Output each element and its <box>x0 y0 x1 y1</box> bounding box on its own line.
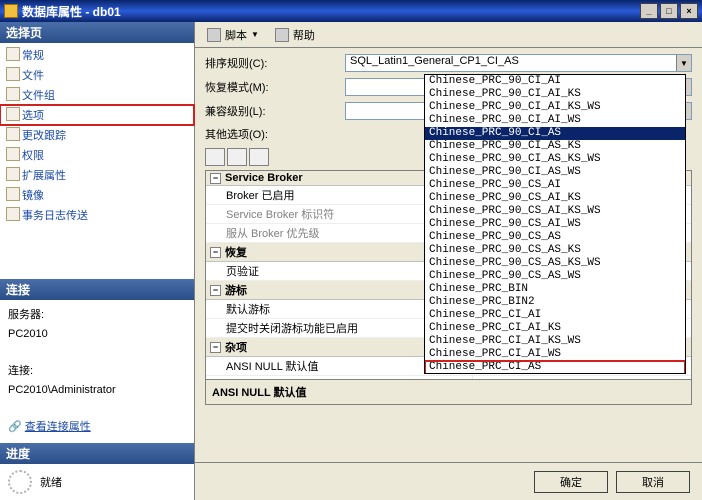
view-conn-link[interactable]: 查看连接属性 <box>25 421 91 433</box>
nav-changetracking[interactable]: 更改跟踪 <box>0 125 194 145</box>
collation-label: 排序规则(C): <box>205 55 345 71</box>
server-label: 服务器: <box>8 306 186 325</box>
dropdown-option[interactable]: Chinese_PRC_90_CI_AI_KS <box>425 88 685 101</box>
minimize-button[interactable]: _ <box>640 3 658 19</box>
nav-extprop[interactable]: 扩展属性 <box>0 165 194 185</box>
dropdown-option[interactable]: Chinese_PRC_90_CI_AS_KS <box>425 140 685 153</box>
dropdown-option[interactable]: Chinese_PRC_90_CS_AS_WS <box>425 270 685 283</box>
content-pane: 脚本 ▼ 帮助 排序规则(C): SQL_Latin1_General_CP1_… <box>195 22 702 500</box>
connect-header: 连接 <box>0 279 194 300</box>
dropdown-option[interactable]: Chinese_PRC_90_CI_AS_WS <box>425 166 685 179</box>
conn-value: PC2010\Administrator <box>8 381 186 400</box>
status-text: 就绪 <box>40 474 62 490</box>
window-title: 数据库属性 - db01 <box>22 3 638 20</box>
sidebar: 选择页 常规 文件 文件组 选项 更改跟踪 权限 扩展属性 镜像 事务日志传送 … <box>0 22 195 500</box>
nav-general[interactable]: 常规 <box>0 45 194 65</box>
app-icon <box>4 4 18 18</box>
dropdown-option[interactable]: Chinese_PRC_90_CI_AI <box>425 75 685 88</box>
script-button[interactable]: 脚本 ▼ <box>201 25 265 45</box>
dropdown-option[interactable]: Chinese_PRC_CI_AI_WS <box>425 348 685 361</box>
select-page-header: 选择页 <box>0 22 194 43</box>
dropdown-option[interactable]: Chinese_PRC_90_CI_AS_KS_WS <box>425 153 685 166</box>
dropdown-option[interactable]: Chinese_PRC_90_CI_AI_KS_WS <box>425 101 685 114</box>
compat-label: 兼容级别(L): <box>205 103 345 119</box>
help-icon <box>275 28 289 42</box>
help-button[interactable]: 帮助 <box>269 25 321 45</box>
dropdown-option[interactable]: Chinese_PRC_90_CS_AS_KS <box>425 244 685 257</box>
alpha-button[interactable] <box>227 148 247 166</box>
dropdown-option[interactable]: Chinese_PRC_90_CS_AS <box>425 231 685 244</box>
dropdown-option[interactable]: Chinese_PRC_CI_AS <box>425 361 685 374</box>
dropdown-option[interactable]: Chinese_PRC_90_CS_AS_KS_WS <box>425 257 685 270</box>
collapse-icon[interactable]: − <box>210 247 221 258</box>
progress-header: 进度 <box>0 443 194 464</box>
nav-filegroups[interactable]: 文件组 <box>0 85 194 105</box>
collation-select[interactable]: SQL_Latin1_General_CP1_CI_AS ▼ <box>345 54 692 72</box>
nav-logshipping[interactable]: 事务日志传送 <box>0 205 194 225</box>
toolbar: 脚本 ▼ 帮助 <box>195 22 702 48</box>
progress-box: 就绪 <box>0 464 194 500</box>
ok-button[interactable]: 确定 <box>534 471 608 493</box>
connect-info: 服务器: PC2010 连接: PC2010\Administrator 🔗 查… <box>0 300 194 443</box>
nav-permissions[interactable]: 权限 <box>0 145 194 165</box>
server-value: PC2010 <box>8 325 186 344</box>
cancel-button[interactable]: 取消 <box>616 471 690 493</box>
chevron-down-icon: ▼ <box>676 55 691 71</box>
dropdown-option[interactable]: Chinese_PRC_90_CI_AI_WS <box>425 114 685 127</box>
titlebar: 数据库属性 - db01 _ □ × <box>0 0 702 22</box>
dialog-footer: 确定 取消 <box>195 462 702 500</box>
recovery-label: 恢复模式(M): <box>205 79 345 95</box>
nav-mirroring[interactable]: 镜像 <box>0 185 194 205</box>
collapse-icon[interactable]: − <box>210 173 221 184</box>
nav-files[interactable]: 文件 <box>0 65 194 85</box>
progress-icon <box>8 470 32 494</box>
dropdown-option[interactable]: Chinese_PRC_90_CS_AI_KS_WS <box>425 205 685 218</box>
dropdown-option[interactable]: Chinese_PRC_BIN <box>425 283 685 296</box>
help-description: ANSI NULL 默认值 <box>205 380 692 405</box>
dropdown-option[interactable]: Chinese_PRC_CI_AI_KS_WS <box>425 335 685 348</box>
dropdown-option[interactable]: Chinese_PRC_90_CS_AI_WS <box>425 218 685 231</box>
script-icon <box>207 28 221 42</box>
other-label: 其他选项(O): <box>205 126 345 142</box>
close-button[interactable]: × <box>680 3 698 19</box>
categorize-button[interactable] <box>205 148 225 166</box>
dropdown-option[interactable]: Chinese_PRC_CI_AI_KS <box>425 322 685 335</box>
dropdown-option[interactable]: Chinese_PRC_90_CI_AS <box>425 127 685 140</box>
dropdown-option[interactable]: Chinese_PRC_CI_AI <box>425 309 685 322</box>
nav-options[interactable]: 选项 <box>0 105 194 125</box>
collapse-icon[interactable]: − <box>210 285 221 296</box>
link-icon: 🔗 <box>8 421 25 433</box>
conn-label: 连接: <box>8 362 186 381</box>
collapse-icon[interactable]: − <box>210 342 221 353</box>
maximize-button[interactable]: □ <box>660 3 678 19</box>
dropdown-option[interactable]: Chinese_PRC_90_CS_AI_KS <box>425 192 685 205</box>
dropdown-option[interactable]: Chinese_PRC_90_CS_AI <box>425 179 685 192</box>
chevron-down-icon: ▼ <box>251 30 259 39</box>
nav-list: 常规 文件 文件组 选项 更改跟踪 权限 扩展属性 镜像 事务日志传送 <box>0 43 194 227</box>
dropdown-option[interactable]: Chinese_PRC_BIN2 <box>425 296 685 309</box>
collation-dropdown-list[interactable]: Chinese_PRC_90_CI_AIChinese_PRC_90_CI_AI… <box>424 74 686 374</box>
prop-btn3[interactable] <box>249 148 269 166</box>
